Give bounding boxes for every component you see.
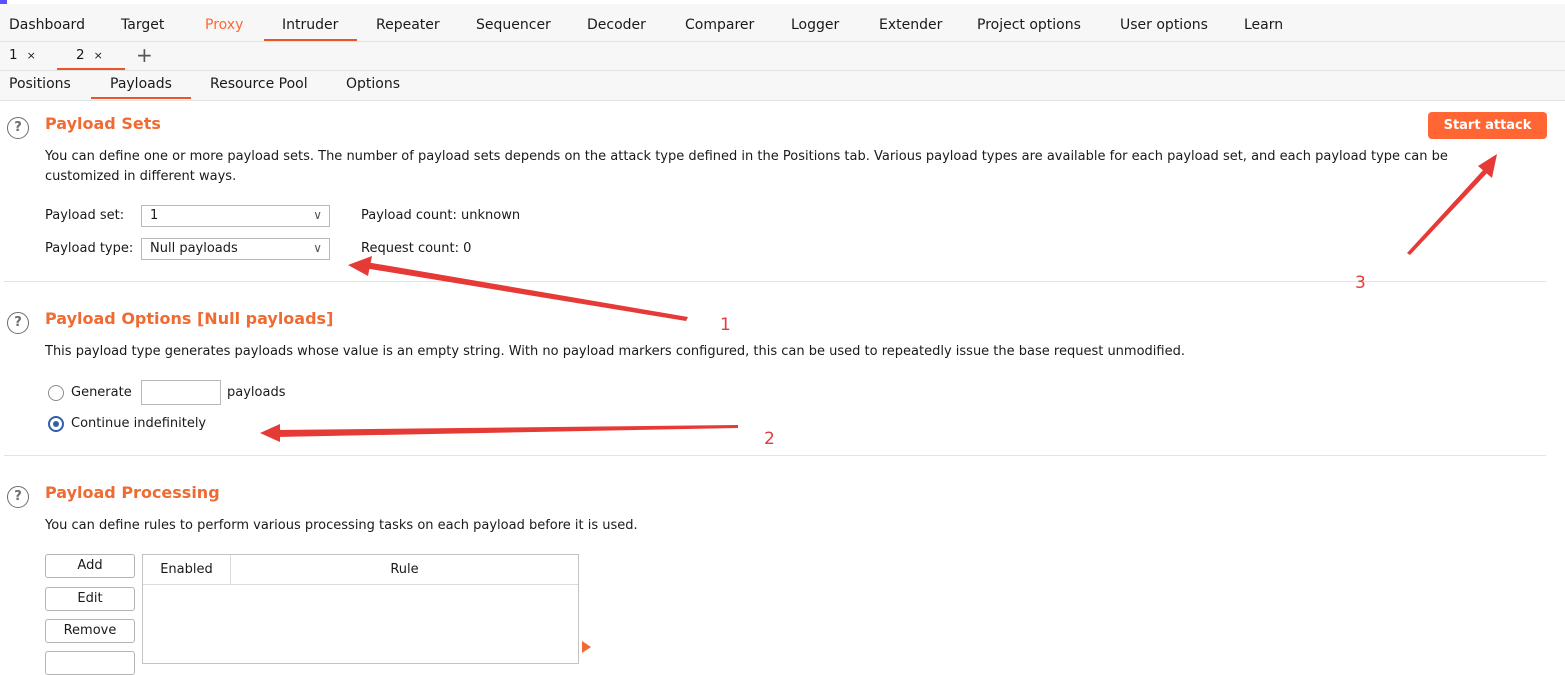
payload-set-select[interactable]: 1 ∨ [141,205,330,227]
annotation-label-2: 2 [764,429,775,449]
payload-set-value: 1 [150,208,159,223]
section-divider [4,281,1546,282]
menu-project-options[interactable]: Project options [977,17,1081,33]
payload-type-value: Null payloads [150,241,238,256]
menu-logger[interactable]: Logger [791,17,839,33]
menu-active-indicator [264,39,357,41]
processing-rules-table[interactable]: Enabled Rule [142,554,579,664]
close-icon[interactable]: × [94,49,103,62]
annotation-label-3: 3 [1355,273,1366,293]
column-header-rule[interactable]: Rule [231,555,578,585]
chevron-down-icon: ∨ [313,241,322,255]
menu-user-options[interactable]: User options [1120,17,1208,33]
generate-count-input[interactable] [141,380,221,405]
request-count-text: Request count: 0 [361,241,472,256]
tab-payloads[interactable]: Payloads [110,76,172,92]
help-icon[interactable]: ? [7,486,29,508]
menu-dashboard[interactable]: Dashboard [9,17,85,33]
annotation-label-1: 1 [720,315,731,335]
request-tab-2[interactable]: 2 × [76,47,103,63]
request-tab-active-indicator [57,68,125,70]
menu-sequencer[interactable]: Sequencer [476,17,551,33]
payload-options-description: This payload type generates payloads who… [45,344,1185,359]
menu-target[interactable]: Target [121,17,164,33]
subtab-active-indicator [91,97,191,99]
menu-extender[interactable]: Extender [879,17,942,33]
help-icon[interactable]: ? [7,312,29,334]
column-header-enabled[interactable]: Enabled [143,555,231,585]
payload-processing-description: You can define rules to perform various … [45,518,638,533]
payload-type-label: Payload type: [45,241,134,256]
remove-button[interactable]: Remove [45,619,135,643]
payload-count-text: Payload count: unknown [361,208,521,223]
request-tabbar: 1 × 2 × + [0,42,1565,71]
menu-proxy[interactable]: Proxy [205,17,243,33]
tab-resource-pool[interactable]: Resource Pool [210,76,308,92]
payload-sets-description: You can define one or more payload sets.… [45,149,1448,184]
payload-type-select[interactable]: Null payloads ∨ [141,238,330,260]
payload-options-title: Payload Options [Null payloads] [45,309,334,328]
tab-options[interactable]: Options [346,76,400,92]
help-icon[interactable]: ? [7,117,29,139]
expand-arrow-icon[interactable] [582,641,591,653]
continue-indefinitely-radio[interactable] [48,416,64,432]
request-tab-1[interactable]: 1 × [9,47,36,63]
payload-processing-title: Payload Processing [45,483,220,502]
request-tab-1-label: 1 [9,47,18,63]
payload-set-label: Payload set: [45,208,125,223]
intruder-subtabs: Positions Payloads Resource Pool Options [0,71,1565,101]
add-tab-icon[interactable]: + [136,43,153,67]
menu-learn[interactable]: Learn [1244,17,1283,33]
menu-comparer[interactable]: Comparer [685,17,754,33]
payload-sets-title: Payload Sets [45,114,161,133]
main-menubar: Dashboard Target Proxy Intruder Repeater… [0,4,1565,42]
request-tab-2-label: 2 [76,47,85,63]
close-icon[interactable]: × [27,49,36,62]
generate-label: Generate [71,385,132,400]
tab-positions[interactable]: Positions [9,76,71,92]
menu-repeater[interactable]: Repeater [376,17,440,33]
section-divider [4,455,1546,456]
menu-decoder[interactable]: Decoder [587,17,646,33]
start-attack-button[interactable]: Start attack [1428,112,1547,139]
edit-button[interactable]: Edit [45,587,135,611]
add-button[interactable]: Add [45,554,135,578]
more-button[interactable] [45,651,135,675]
payloads-suffix-label: payloads [227,385,286,400]
continue-indefinitely-label: Continue indefinitely [71,416,207,431]
chevron-down-icon: ∨ [313,208,322,222]
generate-radio[interactable] [48,385,64,401]
menu-intruder[interactable]: Intruder [282,17,338,33]
